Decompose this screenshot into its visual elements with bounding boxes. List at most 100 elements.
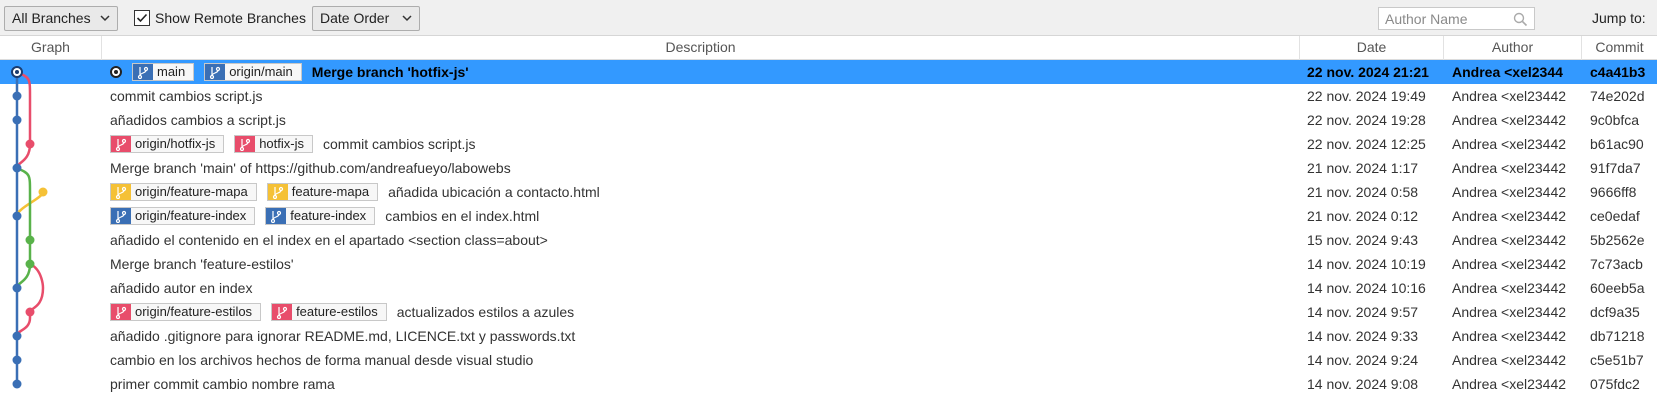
search-icon <box>1513 12 1528 27</box>
show-remote-checkbox[interactable] <box>134 10 150 26</box>
branch-tag[interactable]: origin/feature-mapa <box>110 183 257 201</box>
branch-tag-label: main <box>157 64 186 79</box>
commit-message: commit cambios script.js <box>110 88 263 104</box>
commit-row[interactable]: origin/hotfix-js hotfix-js commit cambios … <box>0 132 1657 156</box>
commit-description: Merge branch 'feature-estilos' <box>110 252 1300 276</box>
branch-tag-label: hotfix-js <box>259 136 304 151</box>
column-header: Graph Description Date Author Commit <box>0 36 1657 60</box>
commit-author: Andrea <xel23442 <box>1452 328 1567 344</box>
graph-column-header[interactable]: Graph <box>0 36 102 60</box>
order-dropdown[interactable]: Date Order <box>312 6 420 31</box>
commit-column-header[interactable]: Commit <box>1582 36 1657 60</box>
commit-author: Andrea <xel23442 <box>1452 184 1567 200</box>
commit-author: Andrea <xel2344 <box>1452 64 1563 80</box>
commit-description: Merge branch 'main' of https://github.co… <box>110 156 1300 180</box>
commit-date: 22 nov. 2024 12:25 <box>1307 136 1426 152</box>
date-column-header[interactable]: Date <box>1300 36 1444 60</box>
branch-tag[interactable]: feature-estilos <box>271 303 387 321</box>
commit-author: Andrea <xel23442 <box>1452 136 1567 152</box>
commit-message: cambio en los archivos hechos de forma m… <box>110 352 534 368</box>
commit-date: 14 nov. 2024 9:24 <box>1307 352 1419 368</box>
commit-message: añadida ubicación a contacto.html <box>388 184 600 200</box>
order-dropdown-label: Date Order <box>320 10 390 26</box>
commit-date: 15 nov. 2024 9:43 <box>1307 232 1419 248</box>
commit-date: 22 nov. 2024 19:28 <box>1307 112 1426 128</box>
commit-author: Andrea <xel23442 <box>1452 88 1567 104</box>
commit-row[interactable]: main origin/main Merge branch 'hotfix-js' 2… <box>0 60 1657 84</box>
branch-icon <box>111 184 131 200</box>
commit-row[interactable]: origin/feature-estilos feature-estilos act… <box>0 300 1657 324</box>
commit-message: añadido el contenido en el index en el a… <box>110 232 548 248</box>
commit-hash: ce0edaf <box>1590 208 1640 224</box>
branch-icon <box>111 304 131 320</box>
commit-description: main origin/main Merge branch 'hotfix-js' <box>110 60 1300 84</box>
branch-icon <box>111 208 131 224</box>
commit-hash: 91f7da7 <box>1590 160 1641 176</box>
branches-dropdown[interactable]: All Branches <box>4 6 118 31</box>
commit-description: añadido .gitignore para ignorar README.m… <box>110 324 1300 348</box>
commit-date: 14 nov. 2024 9:08 <box>1307 376 1419 392</box>
branch-icon <box>133 64 153 80</box>
branch-tag[interactable]: origin/feature-estilos <box>110 303 262 321</box>
commit-description: commit cambios script.js <box>110 84 1300 108</box>
commit-hash: b61ac90 <box>1590 136 1644 152</box>
commit-row[interactable]: Merge branch 'main' of https://github.co… <box>0 156 1657 180</box>
commit-description: añadido el contenido en el index en el a… <box>110 228 1300 252</box>
commit-row[interactable]: añadidos cambios a script.js 22 nov. 2024… <box>0 108 1657 132</box>
commit-author: Andrea <xel23442 <box>1452 280 1567 296</box>
commit-message: cambios en el index.html <box>385 208 540 224</box>
commit-hash: 60eeb5a <box>1590 280 1645 296</box>
branch-tag[interactable]: origin/feature-index <box>110 207 256 225</box>
commit-author: Andrea <xel23442 <box>1452 112 1567 128</box>
commit-description: cambio en los archivos hechos de forma m… <box>110 348 1300 372</box>
show-remote-label[interactable]: Show Remote Branches <box>155 10 306 26</box>
commit-hash: dcf9a35 <box>1590 304 1640 320</box>
branch-tag-label: origin/feature-index <box>135 208 247 223</box>
branch-tag[interactable]: origin/main <box>204 63 302 81</box>
commit-hash: 74e202d <box>1590 88 1645 104</box>
commit-description: origin/feature-estilos feature-estilos act… <box>110 300 1300 324</box>
commit-row[interactable]: cambio en los archivos hechos de forma m… <box>0 348 1657 372</box>
commit-date: 14 nov. 2024 10:16 <box>1307 280 1426 296</box>
branch-tag[interactable]: origin/hotfix-js <box>110 135 225 153</box>
commit-row[interactable]: Merge branch 'feature-estilos' 14 nov. 20… <box>0 252 1657 276</box>
commit-row[interactable]: origin/feature-index feature-index cambios… <box>0 204 1657 228</box>
chevron-down-icon <box>402 15 412 22</box>
commit-row[interactable]: añadido autor en index 14 nov. 2024 10:16… <box>0 276 1657 300</box>
commit-date: 14 nov. 2024 10:19 <box>1307 256 1426 272</box>
commit-date: 21 nov. 2024 1:17 <box>1307 160 1419 176</box>
commit-row[interactable]: commit cambios script.js 22 nov. 2024 19:… <box>0 84 1657 108</box>
commit-hash: 7c73acb <box>1590 256 1643 272</box>
author-search-input[interactable]: Author Name <box>1378 7 1535 30</box>
commit-message: Merge branch 'main' of https://github.co… <box>110 160 511 176</box>
commit-row[interactable]: añadido .gitignore para ignorar README.m… <box>0 324 1657 348</box>
commit-date: 14 nov. 2024 9:57 <box>1307 304 1419 320</box>
commit-description: añadidos cambios a script.js <box>110 108 1300 132</box>
branch-tag[interactable]: feature-mapa <box>266 183 379 201</box>
description-column-header[interactable]: Description <box>102 36 1300 60</box>
branch-tag-label: origin/feature-estilos <box>135 304 253 319</box>
commit-date: 22 nov. 2024 21:21 <box>1307 64 1429 80</box>
author-search-placeholder: Author Name <box>1385 11 1468 27</box>
commit-author: Andrea <xel23442 <box>1452 304 1567 320</box>
branch-tag[interactable]: hotfix-js <box>234 135 313 153</box>
commit-hash: c5e51b7 <box>1590 352 1644 368</box>
author-column-header[interactable]: Author <box>1444 36 1582 60</box>
branch-tag-label: origin/main <box>229 64 293 79</box>
branch-icon <box>205 64 226 80</box>
commit-date: 21 nov. 2024 0:12 <box>1307 208 1419 224</box>
commit-message: primer commit cambio nombre rama <box>110 376 335 392</box>
branch-tag-label: origin/feature-mapa <box>135 184 248 199</box>
branch-icon <box>266 208 287 224</box>
commit-row[interactable]: añadido el contenido en el index en el a… <box>0 228 1657 252</box>
commit-row[interactable]: primer commit cambio nombre rama 14 nov. … <box>0 372 1657 396</box>
commit-message: Merge branch 'hotfix-js' <box>311 64 469 80</box>
commit-hash: db71218 <box>1590 328 1645 344</box>
branches-dropdown-label: All Branches <box>12 10 91 26</box>
commit-date: 22 nov. 2024 19:49 <box>1307 88 1426 104</box>
branch-tag[interactable]: main <box>132 63 195 81</box>
commit-message: actualizados estilos a azules <box>396 304 575 320</box>
branch-tag[interactable]: feature-index <box>265 207 376 225</box>
commit-description: primer commit cambio nombre rama <box>110 372 1300 396</box>
commit-row[interactable]: origin/feature-mapa feature-mapa añadida u… <box>0 180 1657 204</box>
